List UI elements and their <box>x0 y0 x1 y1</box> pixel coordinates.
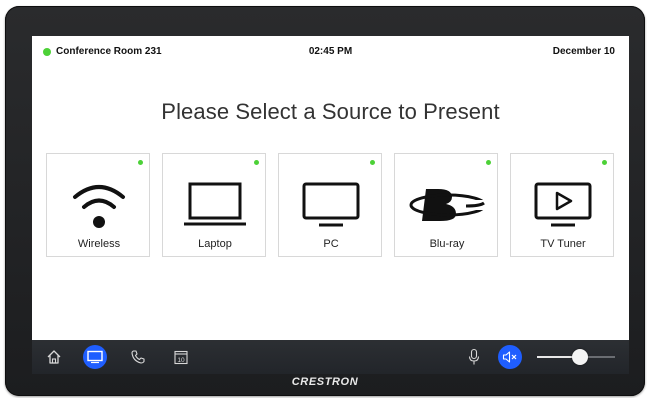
calendar-button[interactable]: 10 <box>169 345 193 369</box>
source-label: Wireless <box>77 238 121 250</box>
availability-indicator <box>602 160 607 165</box>
microphone-button[interactable] <box>462 345 486 369</box>
calendar-icon: 10 <box>174 350 188 365</box>
phone-button[interactable] <box>126 345 150 369</box>
source-label: PC <box>323 238 339 250</box>
source-tiles: Wireless Laptop PC Blu-ray TV Tuner <box>46 153 616 259</box>
volume-mute-button[interactable] <box>498 345 522 369</box>
source-label: Laptop <box>198 238 232 250</box>
microphone-icon <box>468 348 480 365</box>
tv-play-icon <box>511 176 615 234</box>
display-icon <box>87 350 103 364</box>
display-button[interactable] <box>83 345 107 369</box>
wifi-icon <box>47 176 151 234</box>
bottom-nav-bar: 10 <box>32 340 629 374</box>
source-tile-pc[interactable]: PC <box>278 153 382 257</box>
touch-panel-bezel: Conference Room 231 02:45 PM December 10… <box>5 6 645 396</box>
home-icon <box>47 350 61 364</box>
source-tile-bluray[interactable]: Blu-ray <box>394 153 498 257</box>
availability-indicator <box>486 160 491 165</box>
phone-icon <box>131 350 145 364</box>
volume-slider[interactable] <box>537 349 615 365</box>
source-tile-laptop[interactable]: Laptop <box>162 153 266 257</box>
bluray-icon <box>395 176 499 234</box>
source-label: TV Tuner <box>540 238 586 250</box>
home-button[interactable] <box>42 345 66 369</box>
clock: 02:45 PM <box>308 46 353 57</box>
monitor-icon <box>279 176 383 234</box>
calendar-day: 10 <box>177 357 185 364</box>
availability-indicator <box>138 160 143 165</box>
status-bar: Conference Room 231 02:45 PM December 10 <box>32 36 629 66</box>
availability-indicator <box>370 160 375 165</box>
source-tile-tv-tuner[interactable]: TV Tuner <box>510 153 614 257</box>
date: December 10 <box>552 46 615 57</box>
availability-indicator <box>254 160 259 165</box>
speaker-mute-icon <box>502 351 517 363</box>
source-label: Blu-ray <box>429 238 465 250</box>
volume-slider-handle[interactable] <box>572 349 588 365</box>
brand-logo: CRESTRON <box>291 376 359 388</box>
source-tile-wireless[interactable]: Wireless <box>46 153 150 257</box>
laptop-icon <box>163 176 267 234</box>
page-title: Please Select a Source to Present <box>161 99 500 124</box>
touch-screen: Conference Room 231 02:45 PM December 10… <box>32 36 629 374</box>
